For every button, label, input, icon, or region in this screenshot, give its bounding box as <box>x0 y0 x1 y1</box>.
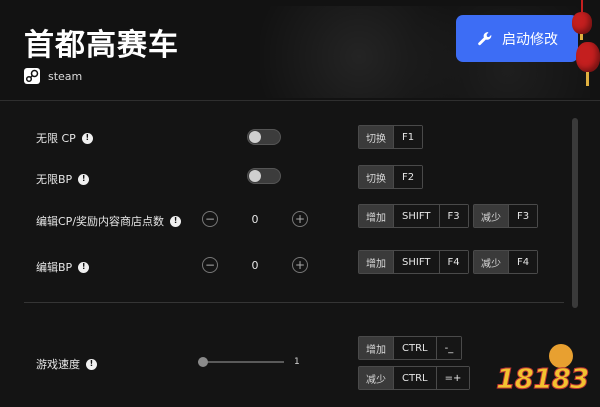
stepper-edit-bp: − 0 + <box>202 257 308 273</box>
stepper-value[interactable]: 0 <box>218 259 292 272</box>
decrease-button[interactable]: − <box>202 211 218 227</box>
hotkey-action: 增加 <box>359 337 393 359</box>
row-label-edit-cp: 编辑CP/奖励内容商店点数 ! <box>36 213 182 229</box>
row-label-edit-bp: 编辑BP ! <box>36 259 90 275</box>
hotkey-key: CTRL <box>393 337 436 359</box>
hotkey-action: 增加 <box>359 251 393 273</box>
hotkey-key: -_ <box>435 337 462 359</box>
hotkey-key: F4 <box>438 251 468 273</box>
row-label-unlimited-bp: 无限BP ! <box>36 171 90 187</box>
watermark-text: 18183 <box>495 362 589 396</box>
row-label-unlimited-cp: 无限 CP ! <box>36 130 93 146</box>
option-label: 编辑CP/奖励内容商店点数 <box>36 215 165 228</box>
slider-thumb[interactable] <box>198 357 208 367</box>
hotkey-decrease-edit-bp[interactable]: 减少 F4 <box>473 250 539 274</box>
hotkey-key: F4 <box>508 251 538 273</box>
game-speed-slider[interactable] <box>198 357 284 367</box>
stepper-value[interactable]: 0 <box>218 213 292 226</box>
hotkey-decrease-game-speed[interactable]: 减少 CTRL =+ <box>358 366 471 390</box>
info-icon[interactable]: ! <box>78 173 90 185</box>
option-label: 编辑BP <box>36 261 73 274</box>
hotkey-action: 切换 <box>359 166 393 188</box>
launch-button-label: 启动修改 <box>502 31 558 48</box>
hotkey-action: 切换 <box>359 126 393 148</box>
scrollbar[interactable] <box>572 118 578 308</box>
hotkey-decrease-edit-cp[interactable]: 减少 F3 <box>473 204 539 228</box>
hotkey-toggle-unlimited-cp[interactable]: 切换 F1 <box>358 125 424 149</box>
option-label: 无限 CP <box>36 132 76 145</box>
increase-button[interactable]: + <box>292 211 308 227</box>
increase-button[interactable]: + <box>292 257 308 273</box>
stepper-edit-cp: − 0 + <box>202 211 308 227</box>
toggle-knob <box>249 131 261 143</box>
wrench-icon <box>478 31 492 45</box>
hotkey-key: F3 <box>508 205 538 227</box>
hotkey-key: CTRL <box>393 367 436 389</box>
game-title: 首都高赛车 <box>24 28 179 63</box>
info-icon[interactable]: ! <box>170 215 182 227</box>
hotkey-increase-edit-bp[interactable]: 增加 SHIFT F4 <box>358 250 469 274</box>
steam-icon <box>24 68 40 84</box>
hotkey-action: 减少 <box>474 251 508 273</box>
game-speed-value: 1 <box>294 357 300 367</box>
hotkey-key: SHIFT <box>393 251 439 273</box>
info-icon[interactable]: ! <box>86 358 97 370</box>
hotkey-increase-game-speed[interactable]: 增加 CTRL -_ <box>358 336 463 360</box>
hotkey-action: 减少 <box>359 367 393 389</box>
hotkey-key: =+ <box>435 367 470 389</box>
toggle-knob <box>249 170 261 182</box>
platform-info: steam <box>24 68 82 84</box>
hotkey-key: SHIFT <box>393 205 439 227</box>
header: 首都高赛车 steam 启动修改 <box>0 0 600 100</box>
slider-track <box>198 361 284 363</box>
hotkey-key: F2 <box>393 166 423 188</box>
hotkey-action: 增加 <box>359 205 393 227</box>
toggle-unlimited-cp[interactable] <box>247 129 281 145</box>
option-label: 游戏速度 <box>36 358 80 371</box>
hotkey-key: F3 <box>438 205 468 227</box>
option-label: 无限BP <box>36 173 73 186</box>
decrease-button[interactable]: − <box>202 257 218 273</box>
row-label-game-speed: 游戏速度 ! <box>36 356 97 372</box>
platform-label: steam <box>48 69 83 83</box>
toggle-unlimited-bp[interactable] <box>247 168 281 184</box>
info-icon[interactable]: ! <box>81 132 93 144</box>
section-divider <box>24 302 564 303</box>
lantern-decoration <box>560 0 600 100</box>
hotkey-key: F1 <box>393 126 423 148</box>
hotkey-action: 减少 <box>474 205 508 227</box>
info-icon[interactable]: ! <box>78 261 90 273</box>
site-watermark-logo: 18183 <box>495 344 596 404</box>
hotkey-toggle-unlimited-bp[interactable]: 切换 F2 <box>358 165 424 189</box>
hotkey-increase-edit-cp[interactable]: 增加 SHIFT F3 <box>358 204 469 228</box>
